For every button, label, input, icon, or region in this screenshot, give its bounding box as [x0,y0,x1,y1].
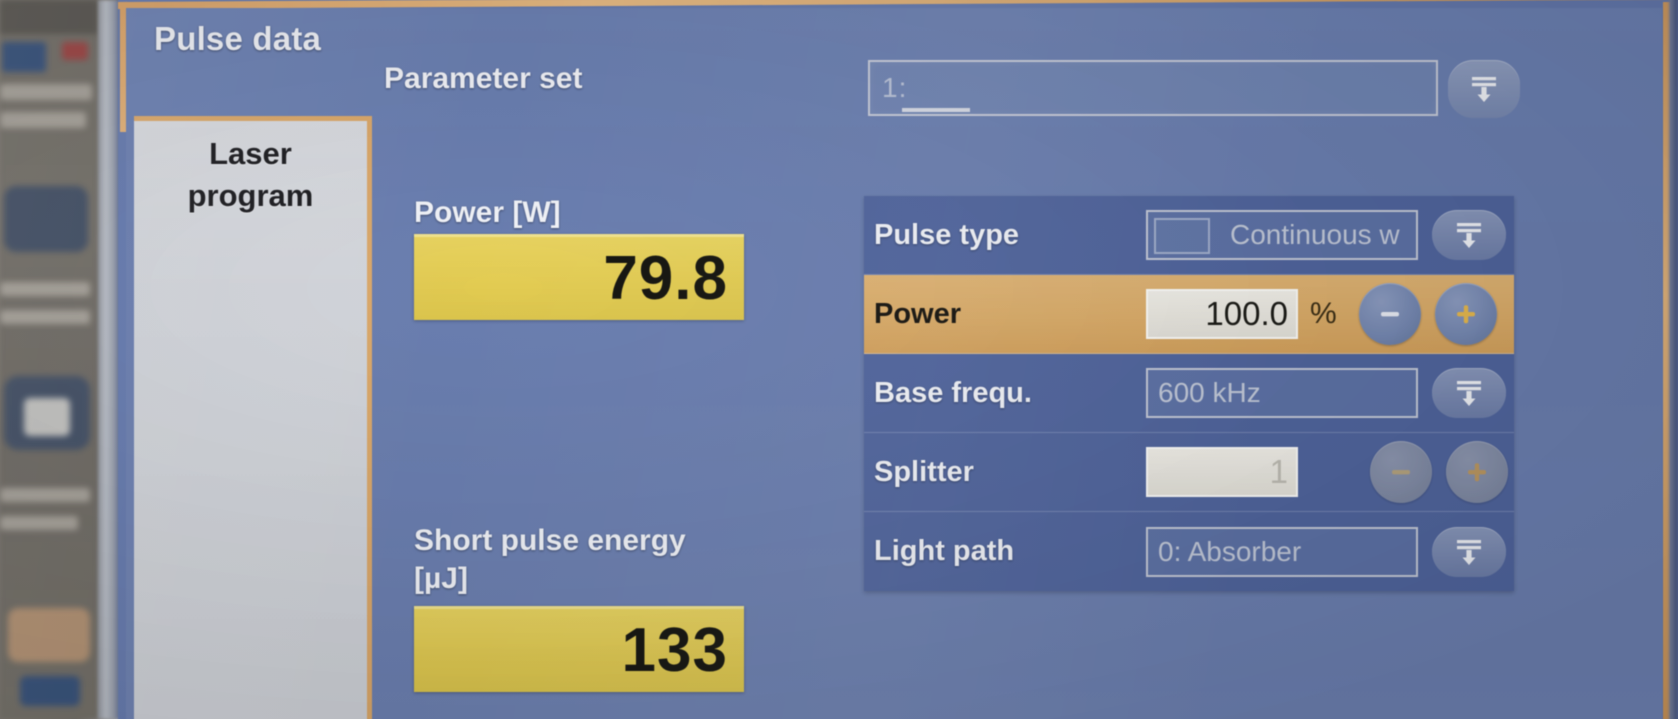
parameter-set-underline [902,108,970,112]
list-down-arrow-icon [1457,539,1481,565]
background-sticker-blue [2,42,46,72]
monitor-bezel [98,0,120,719]
settings-label-splitter: Splitter [874,455,974,488]
pulse-type-combo[interactable]: Continuous w [1146,210,1418,260]
readout-power-value: 79.8 [414,234,744,320]
page-title: Pulse data [154,20,322,57]
settings-label-light-path: Light path [874,535,1015,567]
sidebar-item-laser-program[interactable]: Laser program [134,133,367,217]
settings-label-power: Power [874,297,962,330]
settings-row-base-frequency: Base frequ. 600 kHz [864,354,1514,433]
minus-icon [1392,470,1410,475]
sidebar-tab-column: Laser program [134,116,372,719]
minus-icon [1380,312,1399,317]
plus-icon [1456,305,1475,324]
background-sticker-red [62,42,88,60]
base-frequency-combo[interactable]: 600 kHz [1146,368,1418,418]
machine-panel-top-shadow [0,0,98,34]
light-path-dropdown-button[interactable] [1432,526,1506,577]
background-text-line-1 [0,84,92,100]
background-badge-4 [20,676,80,706]
hmi-screenshot: Pulse data Laser program Parameter set 1… [0,0,1678,719]
background-badge-3 [8,608,90,662]
background-badge-1 [4,186,88,252]
readout-short-pulse-energy-label-line1: Short pulse energy [414,524,686,557]
background-text-line-4 [0,310,90,324]
splitter-decrement-button[interactable] [1370,441,1432,503]
power-percent-input[interactable]: 100.0 [1146,289,1298,339]
parameter-set-dropdown-button[interactable] [1448,60,1520,118]
splitter-input[interactable]: 1 [1146,447,1298,497]
list-down-arrow-icon [1448,60,1520,118]
power-increment-button[interactable] [1434,283,1497,345]
background-badge-2-glyph [24,398,70,436]
settings-row-power: Power 100.0 % [864,275,1514,354]
base-frequency-dropdown-button[interactable] [1432,368,1506,418]
sidebar-item-label-line2: program [187,178,314,213]
base-frequency-value: 600 kHz [1158,377,1261,408]
background-text-line-2 [0,112,86,128]
readout-short-pulse-energy-value: 133 [414,606,744,692]
hmi-surface: Pulse data Laser program Parameter set 1… [126,8,1662,719]
background-text-line-6 [0,516,78,530]
hmi-panel: Pulse data Laser program Parameter set 1… [118,0,1678,719]
splitter-increment-button[interactable] [1446,441,1508,503]
power-percent-unit: % [1310,297,1337,330]
readout-short-pulse-energy-label: Short pulse energy [µJ] [414,522,744,598]
pulse-type-dropdown-button[interactable] [1432,210,1506,260]
parameter-set-label: Parameter set [384,62,583,95]
settings-row-light-path: Light path 0: Absorber [864,512,1514,591]
parameter-set-field[interactable]: 1: [868,60,1438,116]
list-down-arrow-icon [1457,223,1481,248]
plus-icon [1468,463,1486,482]
sidebar-item-label-line1: Laser [209,136,292,171]
background-text-line-3 [0,282,90,296]
settings-row-pulse-type: Pulse type Continuous w [864,196,1514,275]
light-path-combo[interactable]: 0: Absorber [1146,526,1418,577]
settings-panel: Pulse type Continuous w Power 100.0 % Ba… [864,196,1514,591]
readout-short-pulse-energy-label-unit: [µJ] [414,562,468,595]
power-decrement-button[interactable] [1358,283,1421,345]
window-frame-outer-right [1669,0,1678,719]
pulse-type-combo-thumb [1154,218,1210,254]
settings-row-splitter: Splitter 1 [864,433,1514,512]
list-down-arrow-icon [1457,381,1481,406]
settings-label-base-frequency: Base frequ. [874,376,1032,409]
readout-power-label: Power [W] [414,196,561,229]
light-path-value: 0: Absorber [1158,535,1302,567]
settings-label-pulse-type: Pulse type [874,218,1020,251]
background-text-line-5 [0,488,90,502]
parameter-set-value: 1: [882,72,908,103]
